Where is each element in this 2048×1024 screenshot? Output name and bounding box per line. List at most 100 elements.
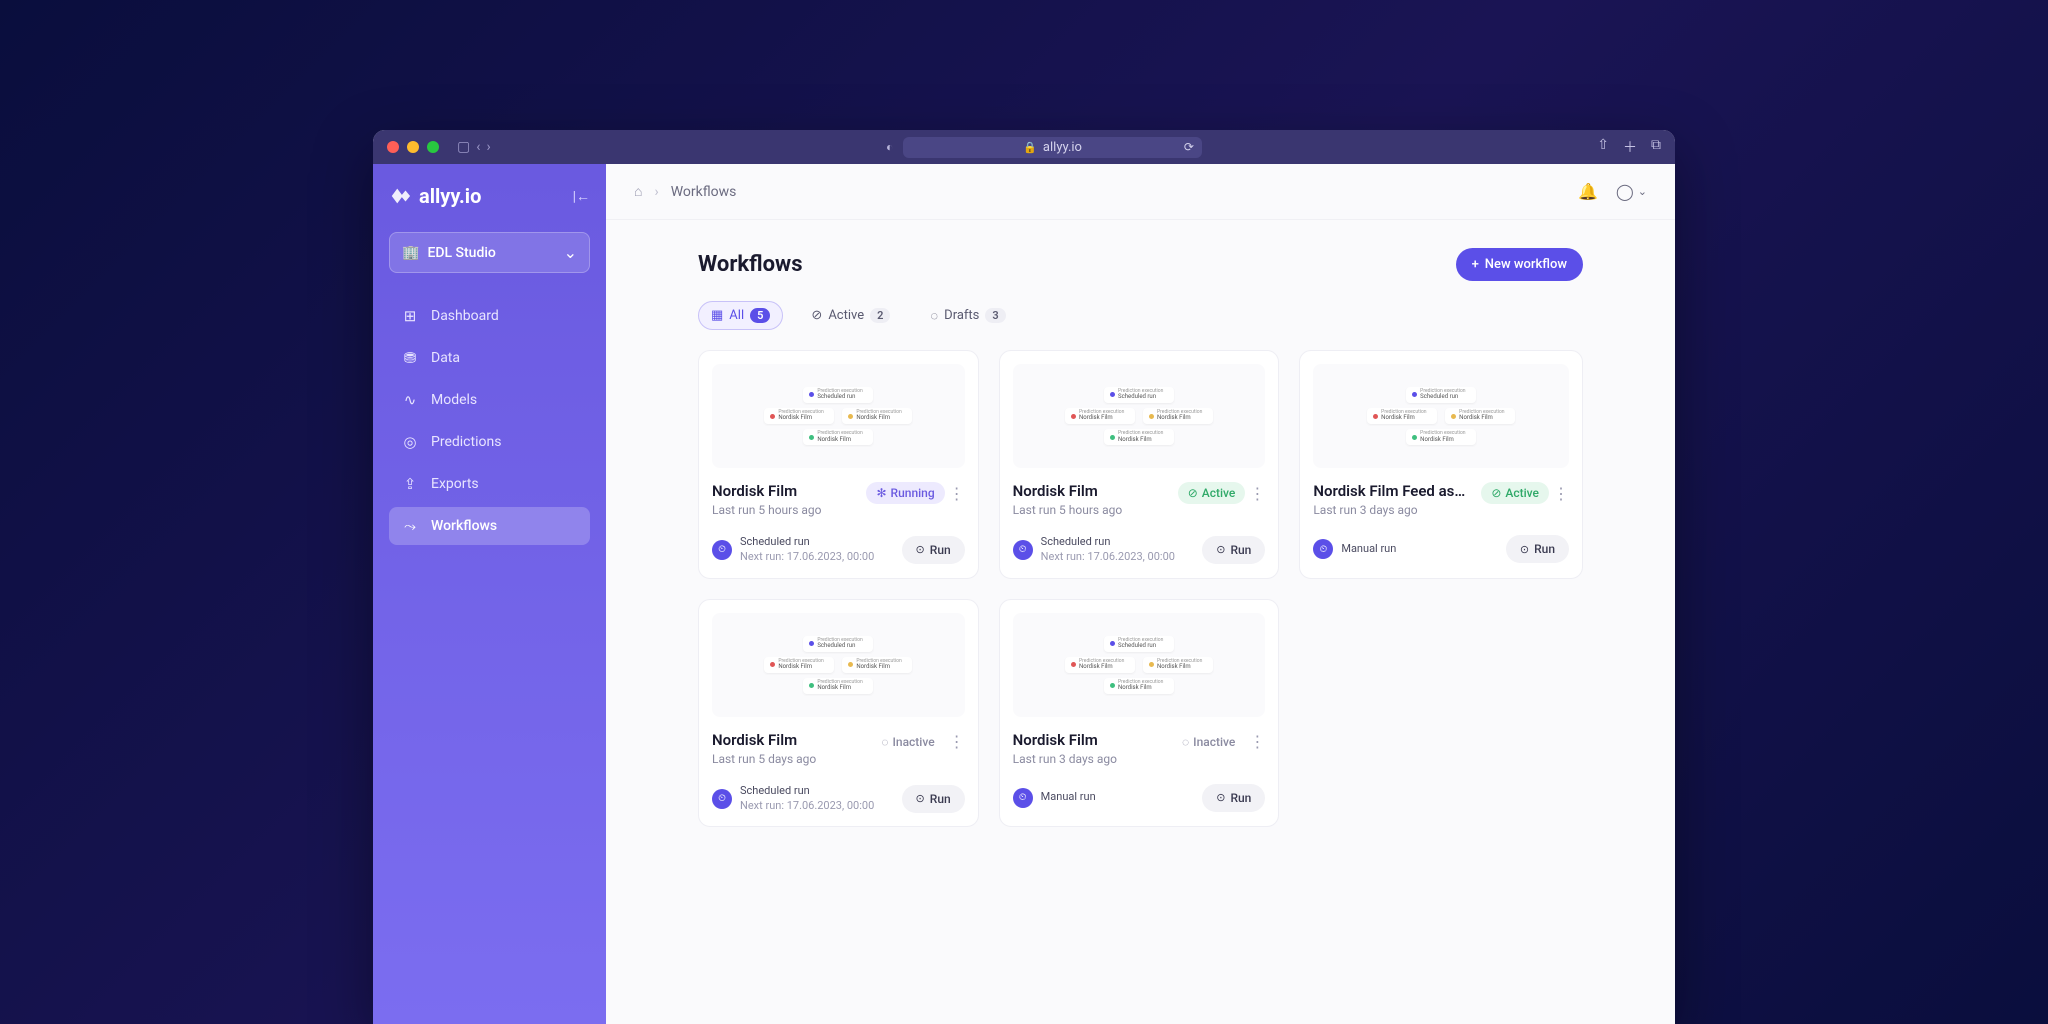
share-icon[interactable]: ⇧	[1597, 137, 1609, 157]
schedule-text: Manual run	[1041, 790, 1096, 805]
maximize-icon[interactable]	[427, 141, 439, 153]
schedule-text: Scheduled runNext run: 17.06.2023, 00:00	[740, 535, 874, 565]
more-icon[interactable]: ⋮	[1553, 484, 1569, 503]
bell-icon[interactable]: 🔔	[1578, 182, 1598, 201]
titlebar: ▢ ‹ › ◐ 🔒 allyy.io ⟳ ⇧ ＋ ⧉	[373, 130, 1675, 164]
schedule-text: Scheduled runNext run: 17.06.2023, 00:00	[1041, 535, 1175, 565]
browser-window: ▢ ‹ › ◐ 🔒 allyy.io ⟳ ⇧ ＋ ⧉ allyy.io	[373, 130, 1675, 1024]
workflow-card[interactable]: Prediction executionScheduled run Predic…	[999, 350, 1280, 579]
workflow-preview: Prediction executionScheduled run Predic…	[712, 613, 965, 717]
home-icon[interactable]: ⌂	[634, 183, 642, 200]
main: ⌂ › Workflows 🔔 ◯⌄ Workflows + New workf…	[606, 164, 1675, 1024]
workflow-name: Nordisk Film	[712, 731, 816, 749]
filter-drafts[interactable]: ◌ Drafts 3	[918, 301, 1017, 330]
grid-icon: ⊞	[401, 307, 419, 325]
workflow-last-run: Last run 5 hours ago	[1013, 503, 1123, 517]
status-icon: ✻	[876, 486, 886, 500]
play-icon: ⊙	[1520, 543, 1529, 556]
building-icon: 🏢	[402, 245, 419, 261]
schedule-text: Scheduled runNext run: 17.06.2023, 00:00	[740, 784, 874, 814]
workflow-card[interactable]: Prediction executionScheduled run Predic…	[1299, 350, 1583, 579]
new-tab-icon[interactable]: ＋	[1623, 137, 1637, 157]
lock-icon: 🔒	[1023, 141, 1037, 154]
back-icon[interactable]: ‹	[476, 139, 480, 155]
play-icon: ⊙	[1216, 791, 1225, 804]
address-bar[interactable]: 🔒 allyy.io ⟳	[903, 137, 1202, 158]
workflow-name: Nordisk Film Feed asdas...	[1313, 482, 1473, 500]
status-icon: ⊘	[1491, 486, 1501, 500]
upload-icon: ⇪	[401, 475, 419, 493]
workflow-preview: Prediction executionScheduled run Predic…	[712, 364, 965, 468]
more-icon[interactable]: ⋮	[1249, 484, 1265, 503]
play-icon: ⊙	[916, 792, 925, 805]
new-workflow-button[interactable]: + New workflow	[1456, 248, 1583, 281]
workflow-preview: Prediction executionScheduled run Predic…	[1313, 364, 1569, 468]
filter-tabs: ▦ All 5 ⊘ Active 2 ◌ Drafts 3	[698, 301, 1583, 330]
run-button[interactable]: ⊙Run	[1202, 784, 1265, 812]
activity-icon: ∿	[401, 391, 419, 409]
run-button[interactable]: ⊙Run	[902, 785, 965, 813]
status-badge: ◌Inactive	[871, 731, 944, 753]
workflow-card[interactable]: Prediction executionScheduled run Predic…	[698, 599, 979, 828]
grid-sm-icon: ▦	[711, 308, 723, 323]
nav-dashboard[interactable]: ⊞Dashboard	[389, 297, 590, 335]
shield-icon[interactable]: ◐	[886, 140, 893, 154]
user-menu[interactable]: ◯⌄	[1616, 182, 1647, 201]
close-icon[interactable]	[387, 141, 399, 153]
dashed-circle-icon: ◌	[930, 308, 938, 324]
breadcrumb-page[interactable]: Workflows	[671, 184, 737, 200]
nav-models[interactable]: ∿Models	[389, 381, 590, 419]
nav-exports[interactable]: ⇪Exports	[389, 465, 590, 503]
run-button[interactable]: ⊙Run	[1506, 535, 1569, 563]
reload-icon[interactable]: ⟳	[1184, 140, 1194, 154]
page-title: Workflows	[698, 252, 803, 277]
filter-active[interactable]: ⊘ Active 2	[799, 301, 902, 330]
workflow-preview: Prediction executionScheduled run Predic…	[1013, 364, 1266, 468]
workflow-name: Nordisk Film	[1013, 482, 1123, 500]
more-icon[interactable]: ⋮	[949, 484, 965, 503]
forward-icon[interactable]: ›	[486, 139, 490, 155]
workflow-preview: Prediction executionScheduled run Predic…	[1013, 613, 1266, 717]
schedule-icon: ⏲	[1013, 540, 1033, 560]
schedule-icon: ⏲	[712, 540, 732, 560]
play-icon: ⊙	[1216, 543, 1225, 556]
run-button[interactable]: ⊙Run	[1202, 536, 1265, 564]
play-icon: ⊙	[916, 543, 925, 556]
studio-selector[interactable]: 🏢 EDL Studio ⌄	[389, 232, 590, 273]
sidebar-toggle-icon[interactable]: ▢	[457, 139, 470, 155]
workflow-card[interactable]: Prediction executionScheduled run Predic…	[999, 599, 1280, 828]
nav-predictions[interactable]: ◎Predictions	[389, 423, 590, 461]
status-badge: ⊘Active	[1178, 482, 1246, 504]
status-icon: ◌	[881, 735, 888, 749]
more-icon[interactable]: ⋮	[1249, 732, 1265, 751]
database-icon: ⛃	[401, 349, 419, 367]
nav-data[interactable]: ⛃Data	[389, 339, 590, 377]
status-badge: ⊘Active	[1481, 482, 1549, 504]
workflow-last-run: Last run 3 days ago	[1013, 752, 1117, 766]
workflow-last-run: Last run 3 days ago	[1313, 503, 1473, 517]
run-button[interactable]: ⊙Run	[902, 536, 965, 564]
schedule-icon: ⏲	[1313, 539, 1333, 559]
more-icon[interactable]: ⋮	[949, 732, 965, 751]
status-icon: ⊘	[1188, 486, 1198, 500]
sidebar: allyy.io |← 🏢 EDL Studio ⌄ ⊞Dashboard ⛃D…	[373, 164, 606, 1024]
brand-name: allyy.io	[419, 184, 481, 208]
tabs-icon[interactable]: ⧉	[1651, 137, 1661, 157]
main-nav: ⊞Dashboard ⛃Data ∿Models ◎Predictions ⇪E…	[389, 297, 590, 545]
workflow-card[interactable]: Prediction executionScheduled run Predic…	[698, 350, 979, 579]
breadcrumb: ⌂ › Workflows	[634, 183, 736, 200]
studio-name: EDL Studio	[427, 245, 495, 261]
traffic-lights	[387, 141, 439, 153]
workflow-last-run: Last run 5 days ago	[712, 752, 816, 766]
topbar: ⌂ › Workflows 🔔 ◯⌄	[606, 164, 1675, 220]
schedule-icon: ⏲	[712, 789, 732, 809]
url-text: allyy.io	[1043, 140, 1082, 155]
brand-logo[interactable]: allyy.io	[389, 184, 481, 208]
collapse-sidebar-icon[interactable]: |←	[573, 188, 590, 205]
nav-workflows[interactable]: ⤳Workflows	[389, 507, 590, 545]
schedule-icon: ⏲	[1013, 788, 1033, 808]
minimize-icon[interactable]	[407, 141, 419, 153]
check-circle-icon: ⊘	[811, 308, 822, 323]
filter-all[interactable]: ▦ All 5	[698, 301, 783, 330]
workflow-last-run: Last run 5 hours ago	[712, 503, 822, 517]
